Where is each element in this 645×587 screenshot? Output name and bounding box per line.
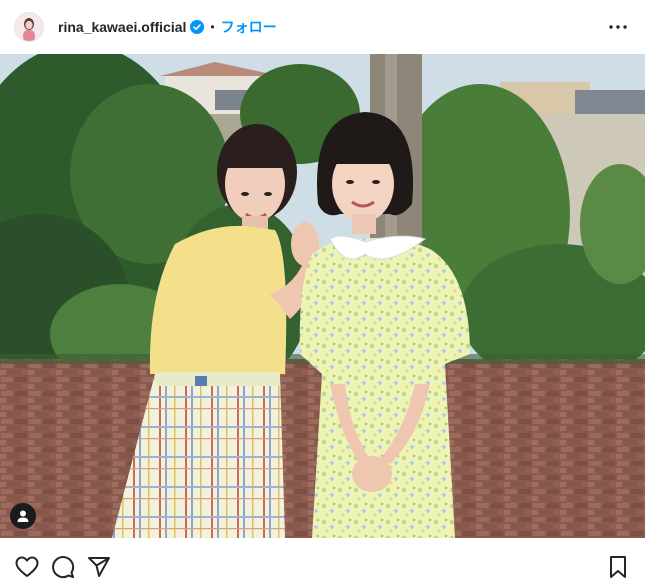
- post-photo[interactable]: [0, 54, 645, 538]
- more-options-icon[interactable]: [607, 16, 629, 38]
- follow-button[interactable]: フォロー: [221, 17, 277, 37]
- avatar[interactable]: [14, 12, 44, 42]
- verified-badge-icon: [190, 20, 205, 34]
- post-header: rina_kawaei.official • フォロー: [0, 0, 645, 54]
- send-icon[interactable]: [86, 554, 112, 580]
- separator-dot: •: [210, 20, 215, 34]
- username[interactable]: rina_kawaei.official: [58, 19, 186, 35]
- action-bar: [0, 546, 645, 586]
- heart-icon[interactable]: [14, 554, 40, 580]
- tagged-user-icon[interactable]: [10, 503, 36, 529]
- bookmark-icon[interactable]: [605, 554, 631, 580]
- comment-icon[interactable]: [50, 554, 76, 580]
